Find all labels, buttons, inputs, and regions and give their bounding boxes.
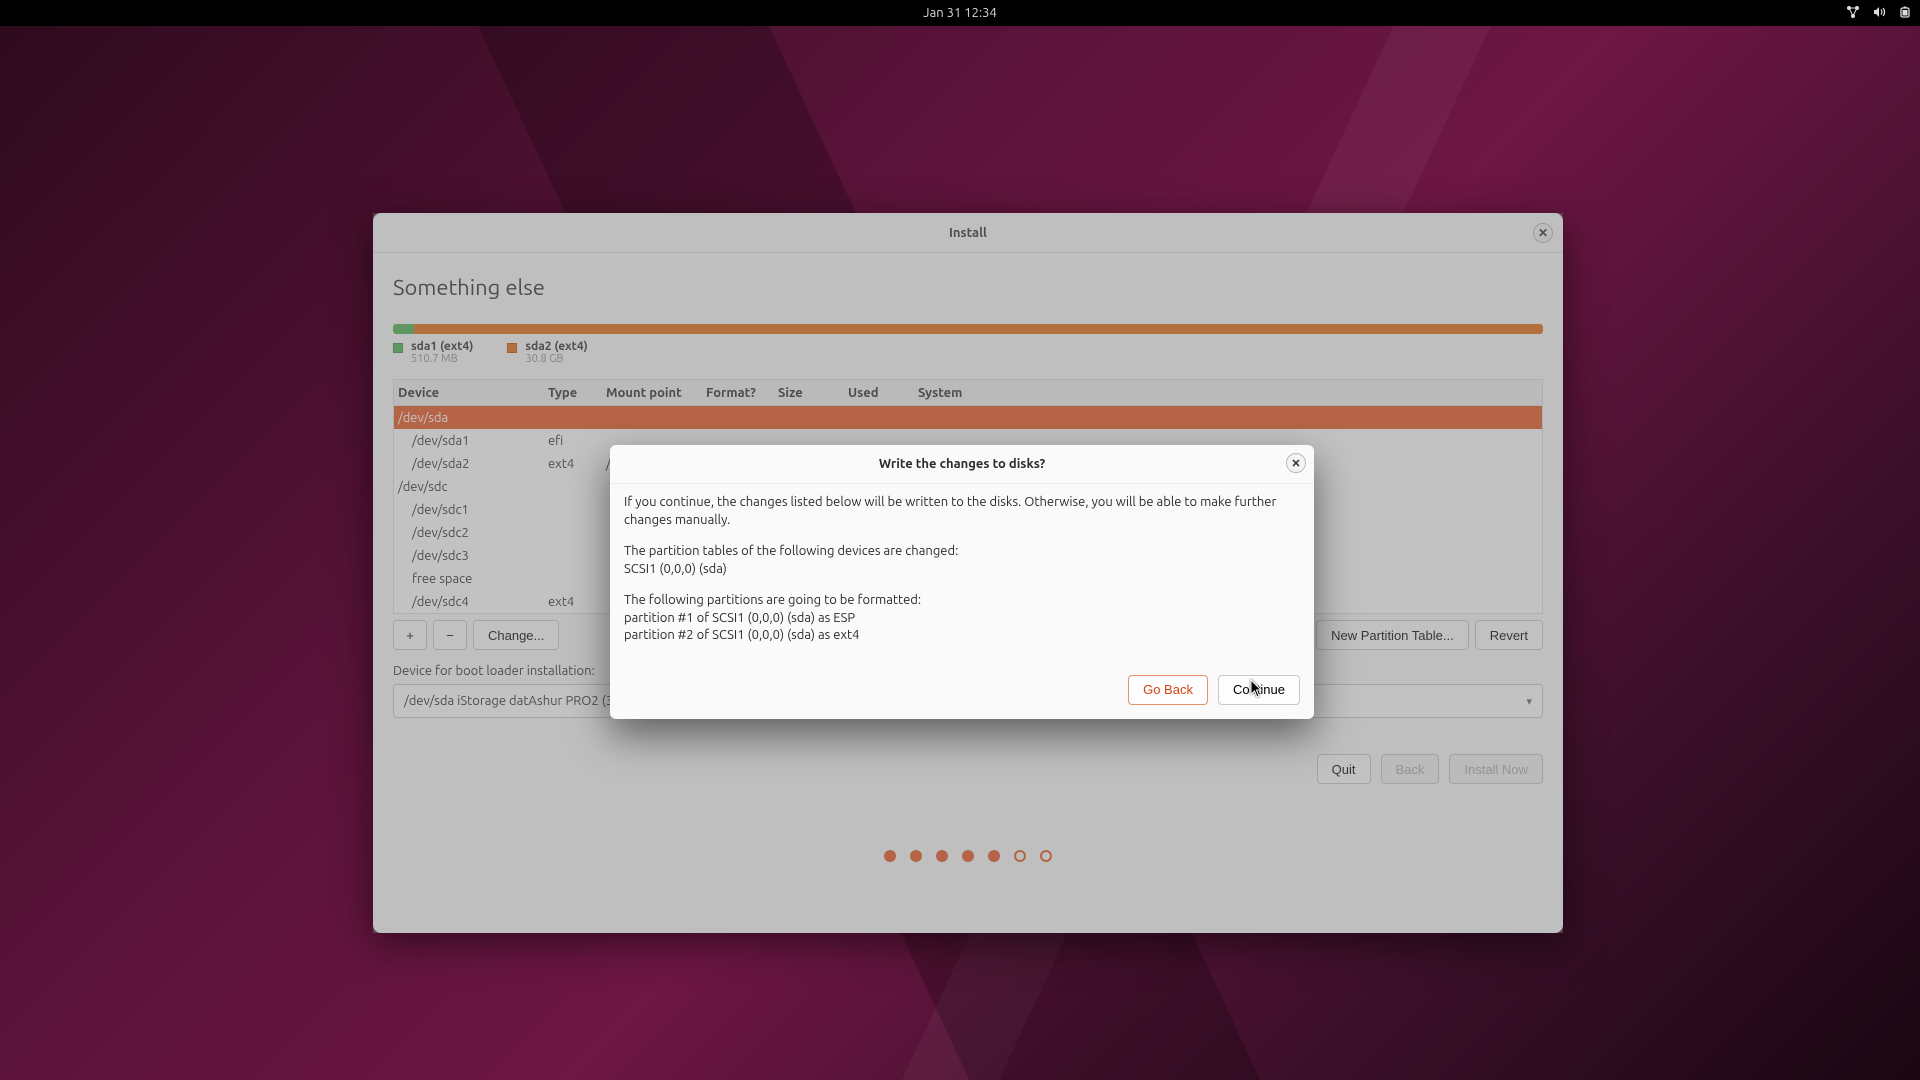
dialog-paragraph: The partition tables of the following de… xyxy=(624,543,1300,578)
go-back-button[interactable]: Go Back xyxy=(1128,675,1208,705)
dialog-close-button[interactable]: ✕ xyxy=(1286,453,1306,473)
gnome-top-bar: Jan 31 12:34 xyxy=(0,0,1920,26)
system-tray[interactable] xyxy=(1846,5,1912,22)
dialog-title: Write the changes to disks? ✕ xyxy=(610,445,1314,484)
network-icon[interactable] xyxy=(1846,5,1860,22)
close-icon: ✕ xyxy=(1291,457,1300,470)
dialog-title-text: Write the changes to disks? xyxy=(879,457,1045,471)
dialog-actions: Go Back Continue xyxy=(610,665,1314,719)
dialog-body: If you continue, the changes listed belo… xyxy=(610,484,1314,665)
clock: Jan 31 12:34 xyxy=(923,6,997,20)
continue-button[interactable]: Continue xyxy=(1218,675,1300,705)
volume-icon[interactable] xyxy=(1872,5,1886,22)
battery-icon[interactable] xyxy=(1898,5,1912,22)
dialog-paragraph: The following partitions are going to be… xyxy=(624,592,1300,645)
dialog-paragraph: If you continue, the changes listed belo… xyxy=(624,494,1300,529)
write-changes-dialog: Write the changes to disks? ✕ If you con… xyxy=(610,445,1314,719)
